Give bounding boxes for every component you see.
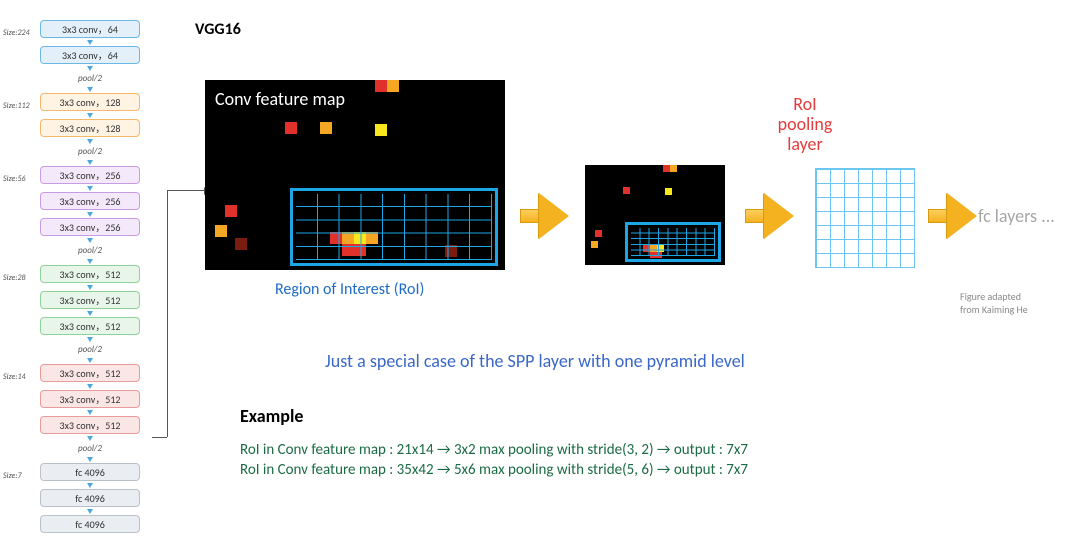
- vgg-layer-block: 3x3 conv，512Size:28: [40, 265, 140, 283]
- fc-layers-label: fc layers ...: [978, 205, 1055, 227]
- feature-map-caption: Conv feature map: [215, 88, 345, 110]
- bracket-line: [152, 437, 167, 438]
- vgg16-column: 3x3 conv，64Size:224 3x3 conv，64 pool/2 3x3 …: [0, 20, 180, 535]
- down-arrow-icon: [87, 186, 93, 191]
- vgg-layer-block: fc 4096Size:7: [40, 463, 140, 481]
- text: layer: [750, 135, 860, 155]
- roi-region: [290, 188, 498, 266]
- down-arrow-icon: [87, 436, 93, 441]
- size-label: Size:28: [3, 269, 39, 287]
- vgg-layer-block: fc 4096: [40, 489, 140, 507]
- down-arrow-icon: [87, 40, 93, 45]
- down-arrow-icon: [87, 311, 93, 316]
- down-arrow-icon: [87, 483, 93, 488]
- roi-region-small: [625, 222, 721, 262]
- pool-label: pool/2: [78, 443, 102, 454]
- conv-feature-map-large: Conv feature map: [205, 80, 505, 270]
- example-text: RoI in Conv feature map : 21x14 → 3x2 ma…: [240, 440, 748, 481]
- down-arrow-icon: [87, 285, 93, 290]
- text: pooling: [750, 115, 860, 135]
- roi-pooling-label: RoI pooling layer: [750, 95, 860, 154]
- down-arrow-icon: [87, 358, 93, 363]
- bracket-arrow: [167, 190, 205, 202]
- vgg-layer-block: 3x3 conv，256: [40, 192, 140, 210]
- text: from Kaiming He: [960, 303, 1028, 316]
- conv-feature-map-small: [585, 165, 725, 265]
- figure-credit: Figure adapted from Kaiming He: [960, 290, 1075, 316]
- bracket-line: [167, 190, 168, 437]
- size-label: Size:7: [3, 467, 39, 485]
- down-arrow-icon: [87, 457, 93, 462]
- pool-label: pool/2: [78, 344, 102, 355]
- vgg-layer-block: 3x3 conv，512: [40, 390, 140, 408]
- vgg-layer-block: 3x3 conv，512Size:14: [40, 364, 140, 382]
- down-arrow-icon: [87, 87, 93, 92]
- vgg-layer-block: 3x3 conv，256: [40, 218, 140, 236]
- text: Figure adapted: [960, 290, 1021, 303]
- vgg-layer-block: 3x3 conv，512: [40, 317, 140, 335]
- down-arrow-icon: [87, 410, 93, 415]
- down-arrow-icon: [87, 238, 93, 243]
- vgg-layer-block: 3x3 conv，256Size:56: [40, 166, 140, 184]
- down-arrow-icon: [87, 139, 93, 144]
- pool-label: pool/2: [78, 146, 102, 157]
- down-arrow-icon: [87, 337, 93, 342]
- down-arrow-icon: [87, 212, 93, 217]
- diagram-title: VGG16: [195, 20, 241, 39]
- size-label: Size:112: [3, 97, 39, 115]
- down-arrow-icon: [87, 259, 93, 264]
- vgg-layer-block: fc 4096: [40, 515, 140, 533]
- size-label: Size:14: [3, 368, 39, 386]
- vgg-layer-block: 3x3 conv，128: [40, 119, 140, 137]
- vgg-layer-block: 3x3 conv，512: [40, 416, 140, 434]
- pooled-output-grid: [815, 168, 915, 268]
- roi-caption: Region of Interest (RoI): [275, 280, 424, 299]
- vgg-layer-block: 3x3 conv，64: [40, 46, 140, 64]
- vgg-layer-block: 3x3 conv，512: [40, 291, 140, 309]
- size-label: Size:224: [3, 24, 39, 42]
- pool-label: pool/2: [78, 73, 102, 84]
- down-arrow-icon: [87, 384, 93, 389]
- size-label: Size:56: [3, 170, 39, 188]
- down-arrow-icon: [87, 66, 93, 71]
- down-arrow-icon: [87, 160, 93, 165]
- down-arrow-icon: [87, 509, 93, 514]
- vgg-layer-block: 3x3 conv，64Size:224: [40, 20, 140, 38]
- spp-note: Just a special case of the SPP layer wit…: [325, 350, 745, 372]
- down-arrow-icon: [87, 113, 93, 118]
- text: RoI: [750, 95, 860, 115]
- pool-label: pool/2: [78, 245, 102, 256]
- example-heading: Example: [240, 405, 303, 427]
- vgg-layer-block: 3x3 conv，128Size:112: [40, 93, 140, 111]
